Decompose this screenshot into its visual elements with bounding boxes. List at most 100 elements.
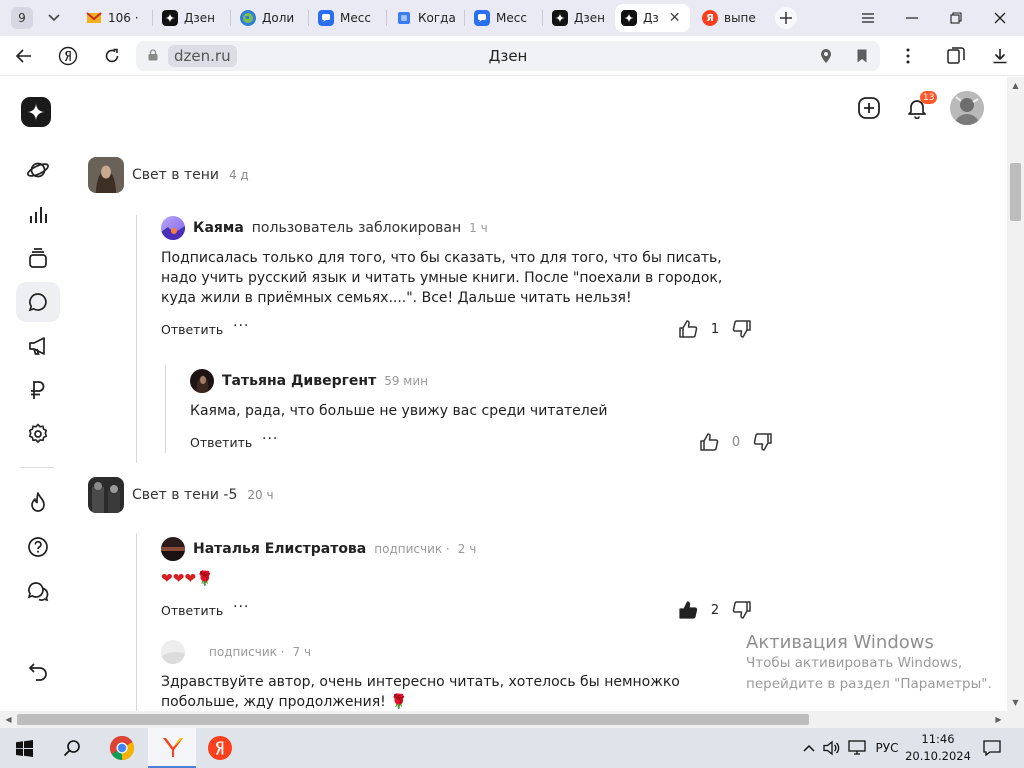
yandex-home-button[interactable] [56,44,80,68]
collections-button[interactable] [944,44,968,68]
commenter-name[interactable]: Наталья Елистратова [193,541,366,557]
more-button[interactable]: ··· [233,318,249,334]
horizontal-scrollbar[interactable]: ◀ ▶ [0,711,1007,728]
sidebar-item-promo[interactable] [16,326,60,366]
like-button[interactable] [677,599,699,621]
new-tab-button[interactable] [775,7,797,29]
commenter-status: пользователь заблокирован [251,220,462,236]
tab-messenger-2[interactable]: Месс [468,4,540,32]
notification-center-button[interactable] [982,739,1002,757]
sidebar-item-feedback[interactable] [16,571,60,611]
user-avatar[interactable] [950,91,984,125]
dislike-button[interactable] [731,318,753,340]
thread-author-name[interactable]: Свет в тени -5 [132,487,237,503]
sidebar-item-stats[interactable] [16,194,60,234]
network-button[interactable] [846,739,868,757]
taskbar-yandex[interactable] [196,728,244,768]
tab-kogda[interactable]: Когда [390,4,462,32]
language-indicator[interactable]: РУС [872,739,902,757]
yandex-icon: Я [702,10,718,26]
vertical-scrollbar[interactable]: ▲ ▼ [1007,77,1024,711]
volume-button[interactable] [822,739,842,757]
commenter-avatar[interactable] [161,640,185,664]
downloads-button[interactable] [988,44,1012,68]
taskbar-yandex-browser[interactable] [148,728,196,768]
close-window-button[interactable] [978,0,1022,36]
sidebar-item-feed[interactable] [16,150,60,190]
location-pin-icon[interactable] [818,48,834,64]
reply-button[interactable]: Ответить [161,603,223,618]
search-button[interactable] [48,728,96,768]
commenter-name[interactable]: Каяма [193,220,244,236]
tab-label: Месс [340,11,371,25]
commenter-name[interactable]: Татьяна Дивергент [222,373,376,389]
tab-dzen-1[interactable]: Дзен [156,4,228,32]
tab-yandex[interactable]: Я выпе [696,4,766,32]
tab-mail[interactable]: 106 · [80,4,150,32]
sidebar-item-exit[interactable] [16,652,60,692]
arrow-left-icon [16,49,31,63]
restore-button[interactable] [934,0,978,36]
tab-messenger-1[interactable]: Месс [312,4,384,32]
reply-button[interactable]: Ответить [190,435,252,450]
like-count: 1 [710,321,720,337]
create-post-button[interactable] [856,95,882,121]
horizontal-scroll-thumb[interactable] [17,714,809,725]
thumbs-up-filled-icon [679,601,698,619]
globe-icon [240,10,256,26]
scroll-down-arrow[interactable]: ▼ [1007,694,1024,711]
tab-dzen-active[interactable]: Дз ✕ [615,4,690,32]
sidebar-item-comments[interactable] [16,282,60,322]
minimize-button[interactable] [890,0,934,36]
back-button[interactable] [12,44,36,68]
vertical-scroll-thumb[interactable] [1010,163,1021,221]
thumbs-up-icon [700,433,719,451]
thread-author-avatar[interactable] [88,157,124,193]
windows-taskbar: РУС 11:46 20.10.2024 [0,728,1024,768]
like-button[interactable] [698,431,720,453]
omnibox[interactable]: dzen.ru Дзен [136,41,880,71]
tab-label: Дзен [184,11,215,25]
sidebar-item-monetization[interactable] [16,370,60,410]
sidebar-item-popular[interactable] [16,483,60,523]
tray-expand-button[interactable] [800,739,818,757]
more-button[interactable]: ··· [233,599,249,615]
dzen-logo[interactable] [21,97,51,127]
tabs-menu-button[interactable] [42,7,66,29]
sidebar-item-settings[interactable] [16,414,60,454]
browser-menu-button[interactable] [846,0,890,36]
thread-author-name[interactable]: Свет в тени [132,167,219,183]
tab-separator [152,10,153,26]
scroll-right-arrow[interactable]: ▶ [990,711,1007,728]
tab-count-button[interactable]: 9 [11,7,33,29]
scroll-up-arrow[interactable]: ▲ [1007,77,1024,94]
sidebar-item-help[interactable] [16,527,60,567]
messenger-icon [474,10,490,26]
notification-center-icon [983,740,1001,756]
commenter-avatar[interactable] [161,216,185,240]
sidebar-item-subscriptions[interactable] [16,238,60,278]
dislike-button[interactable] [731,599,753,621]
scroll-left-arrow[interactable]: ◀ [0,711,17,728]
bookmark-icon[interactable] [854,48,870,64]
tab-dzen-2[interactable]: Дзен [546,4,612,32]
comment-tatyana: Татьяна Дивергент 59 мин Каяма, рада, чт… [190,369,790,455]
more-options-button[interactable] [896,44,920,68]
commenter-avatar[interactable] [161,537,185,561]
reply-button[interactable]: Ответить [161,322,223,337]
taskbar-clock[interactable]: 11:46 20.10.2024 [902,731,974,765]
like-button[interactable] [677,318,699,340]
close-tab-icon[interactable]: ✕ [669,10,681,26]
more-button[interactable]: ··· [262,431,278,447]
fire-icon [31,492,45,512]
tab-doli[interactable]: Доли [234,4,306,32]
search-icon [63,740,80,757]
start-button[interactable] [0,728,48,768]
thread-author-avatar[interactable] [88,477,124,513]
reload-button[interactable] [100,44,124,68]
return-arrow-icon [28,663,47,681]
thread-author-row: Свет в тени 4 д [88,157,249,193]
dislike-button[interactable] [752,431,774,453]
commenter-avatar[interactable] [190,369,214,393]
taskbar-chrome[interactable] [98,728,146,768]
